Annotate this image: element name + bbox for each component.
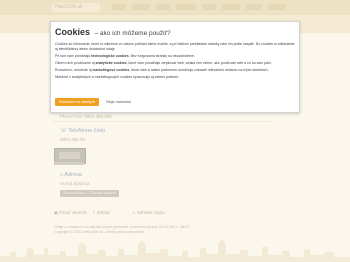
cookie-paragraph-analytics: Okrem nich používame aj analytické cooki… bbox=[55, 60, 272, 65]
cookie-title-subtitle: – ako ich môžeme použiť? bbox=[94, 30, 171, 37]
cookie-paragraph-partners: Niektoré z analytických a marketingových… bbox=[55, 75, 180, 80]
cookie-button-row: Súhlasím so všetkým Moje možnosti bbox=[55, 98, 133, 106]
cookie-consent-dialog: Cookies – ako ich môžeme použiť? Cookies… bbox=[50, 21, 300, 113]
cookie-title-main: Cookies bbox=[55, 27, 91, 37]
cookie-paragraph-intro: Cookies sú informácie, ktoré si odložíme… bbox=[55, 42, 295, 51]
cookie-paragraph-marketing: Rozsahom, umožnite aj marketingové cooki… bbox=[55, 68, 269, 73]
cookie-dialog-title: Cookies – ako ich môžeme použiť? bbox=[55, 26, 295, 39]
cookie-paragraph-technological: Pri tom nám pomáhajú technologické cooki… bbox=[55, 53, 195, 58]
accept-all-button[interactable]: Súhlasím so všetkým bbox=[55, 98, 99, 106]
cookie-settings-button[interactable]: Moje možnosti bbox=[104, 98, 132, 106]
